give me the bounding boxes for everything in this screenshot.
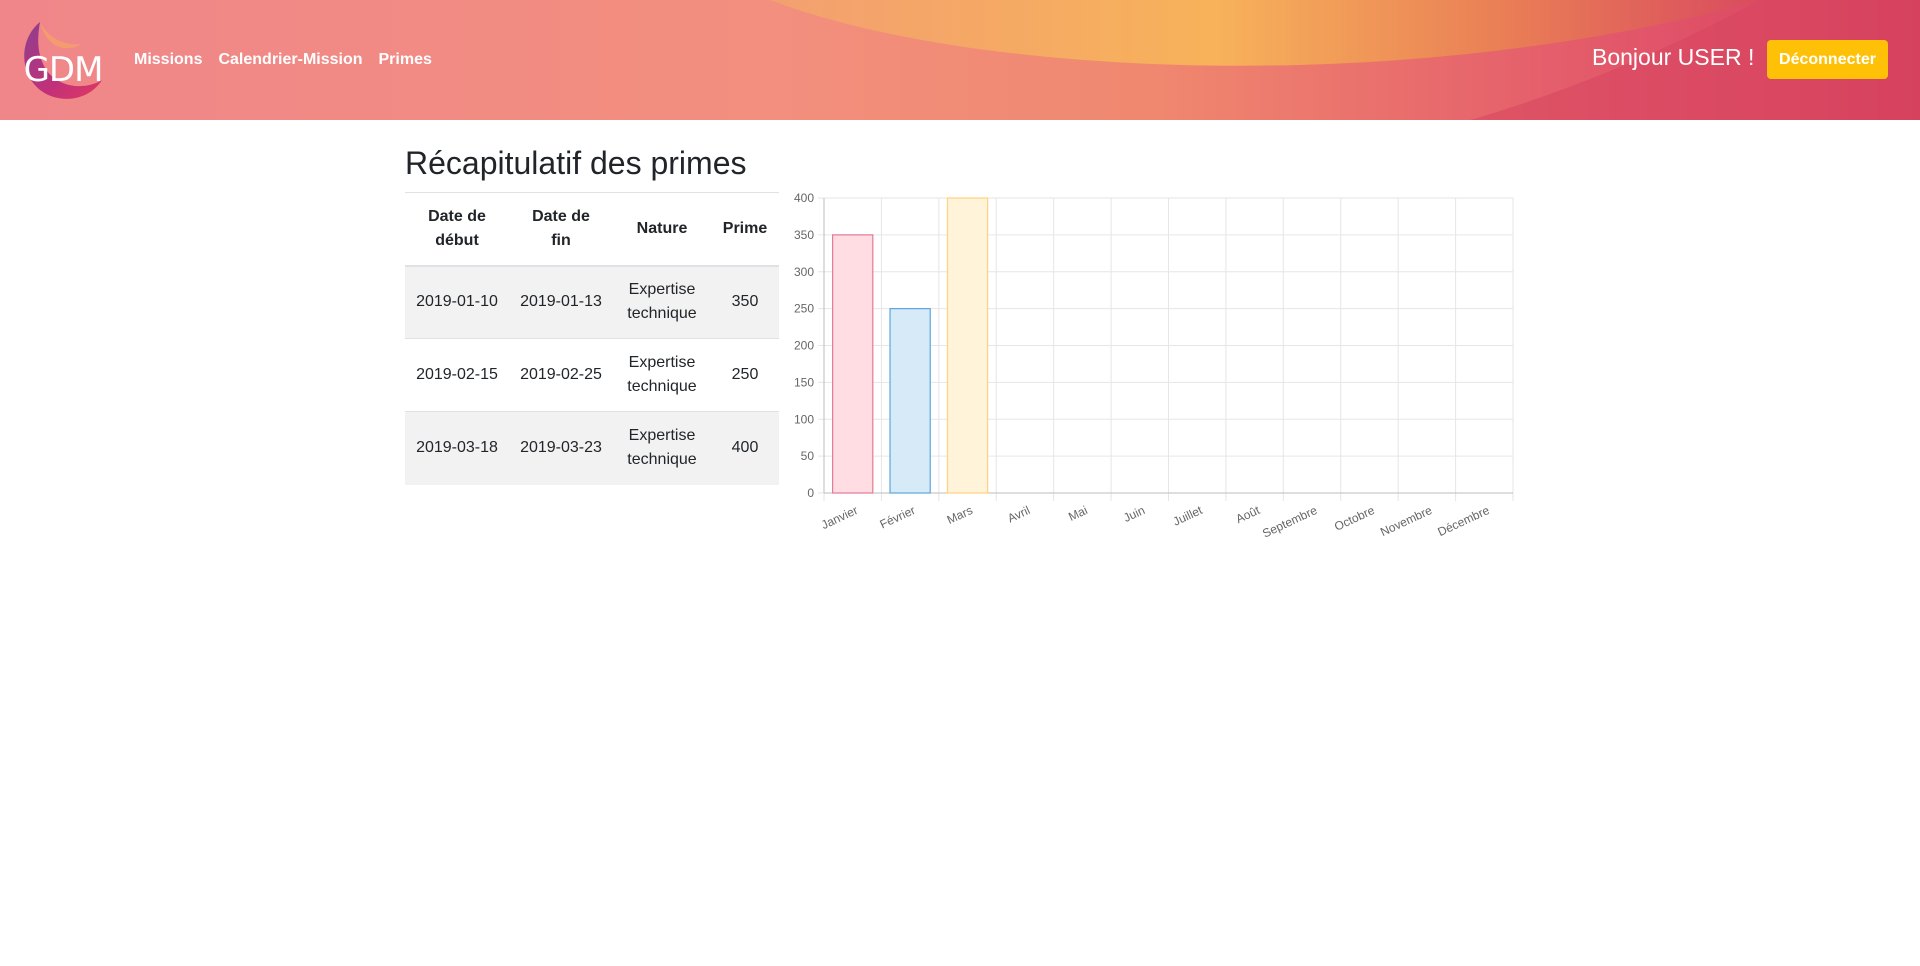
x-tick-label: Mars bbox=[945, 503, 975, 527]
cell-end-date: 2019-02-25 bbox=[520, 366, 602, 383]
y-tick-label: 150 bbox=[794, 375, 814, 389]
bar-janvier bbox=[832, 234, 874, 494]
header-date-fin: Date de fin bbox=[509, 192, 613, 267]
table-row: 2019-03-18 2019-03-23 Expertise techniqu… bbox=[405, 411, 779, 485]
user-greeting: Bonjour USER ! bbox=[1592, 44, 1755, 70]
bar-février bbox=[889, 308, 931, 494]
cell-nature-text: Expertise technique bbox=[627, 354, 697, 395]
page-title: Récapitulatif des primes bbox=[405, 145, 747, 181]
logo-text: GDM bbox=[23, 50, 104, 90]
header-nature: Nature bbox=[613, 192, 711, 267]
x-tick-label: Avril bbox=[1005, 503, 1032, 525]
x-tick-label: Septembre bbox=[1260, 503, 1319, 541]
header-date-debut: Date de début bbox=[405, 192, 509, 267]
x-tick-label: Juillet bbox=[1171, 503, 1205, 529]
x-tick-label: Octobre bbox=[1332, 503, 1377, 534]
cell-end-date: 2019-01-13 bbox=[520, 293, 602, 311]
y-tick-label: 50 bbox=[801, 449, 815, 463]
cell-prime: 350 bbox=[731, 293, 759, 311]
table-row: 2019-02-15 2019-02-25 Expertise techniqu… bbox=[405, 338, 779, 412]
cell-nature-text: Expertise technique bbox=[627, 281, 697, 323]
chart-svg: 0 50 100 150 200 250 300 350 400 Janvier Février Ma… bbox=[794, 191, 1514, 541]
gdm-logo[interactable]: GDM bbox=[18, 20, 108, 102]
cell-start-date: 2019-02-15 bbox=[416, 366, 498, 383]
y-tick-label: 400 bbox=[794, 191, 814, 205]
main-nav: Missions Calendrier-Mission Primes bbox=[134, 51, 432, 69]
x-tick-label: Décembre bbox=[1435, 503, 1491, 539]
y-tick-label: 0 bbox=[807, 486, 814, 500]
y-tick-label: 200 bbox=[794, 339, 814, 353]
cell-prime: 400 bbox=[731, 439, 759, 457]
logout-button[interactable]: Déconnecter bbox=[1767, 40, 1888, 79]
table-header-row: Date de début Date de fin Nature Prime bbox=[405, 192, 779, 267]
x-tick-label: Août bbox=[1234, 503, 1263, 526]
nav-calendrier-mission[interactable]: Calendrier-Mission bbox=[218, 51, 362, 69]
x-tick-label: Novembre bbox=[1378, 503, 1434, 539]
cell-start-date: 2019-03-18 bbox=[416, 439, 498, 457]
y-tick-label: 250 bbox=[794, 302, 814, 316]
nav-primes[interactable]: Primes bbox=[379, 51, 432, 69]
primes-bar-chart: 0 50 100 150 200 250 300 350 400 Janvier Février Ma… bbox=[780, 186, 1515, 546]
header-date-debut-label: Date de début bbox=[428, 207, 486, 249]
header-date-fin-label: Date de fin bbox=[532, 207, 590, 249]
cell-nature: Expertise technique bbox=[613, 412, 711, 485]
nav-missions[interactable]: Missions bbox=[134, 51, 202, 69]
table-row: 2019-01-10 2019-01-13 Expertise techniqu… bbox=[405, 265, 779, 339]
y-tick-label: 300 bbox=[794, 265, 814, 279]
cell-end-date: 2019-03-23 bbox=[520, 439, 602, 457]
bar-mars bbox=[946, 197, 989, 494]
top-navbar: GDM Missions Calendrier-Mission Primes B… bbox=[0, 0, 1920, 120]
y-tick-label: 100 bbox=[794, 412, 814, 426]
header-prime: Prime bbox=[711, 192, 779, 267]
cell-nature: Expertise technique bbox=[613, 339, 711, 412]
x-tick-label: Mai bbox=[1066, 503, 1089, 524]
cell-prime: 250 bbox=[731, 366, 759, 383]
x-tick-label: Février bbox=[878, 503, 918, 531]
x-tick-label: Janvier bbox=[819, 503, 860, 532]
cell-nature: Expertise technique bbox=[613, 266, 711, 339]
cell-start-date: 2019-01-10 bbox=[416, 293, 498, 311]
x-tick-label: Juin bbox=[1121, 503, 1147, 525]
primes-table: Date de début Date de fin Nature Prime 2… bbox=[405, 192, 779, 485]
y-tick-label: 350 bbox=[794, 228, 814, 242]
cell-nature-text: Expertise technique bbox=[627, 427, 697, 469]
